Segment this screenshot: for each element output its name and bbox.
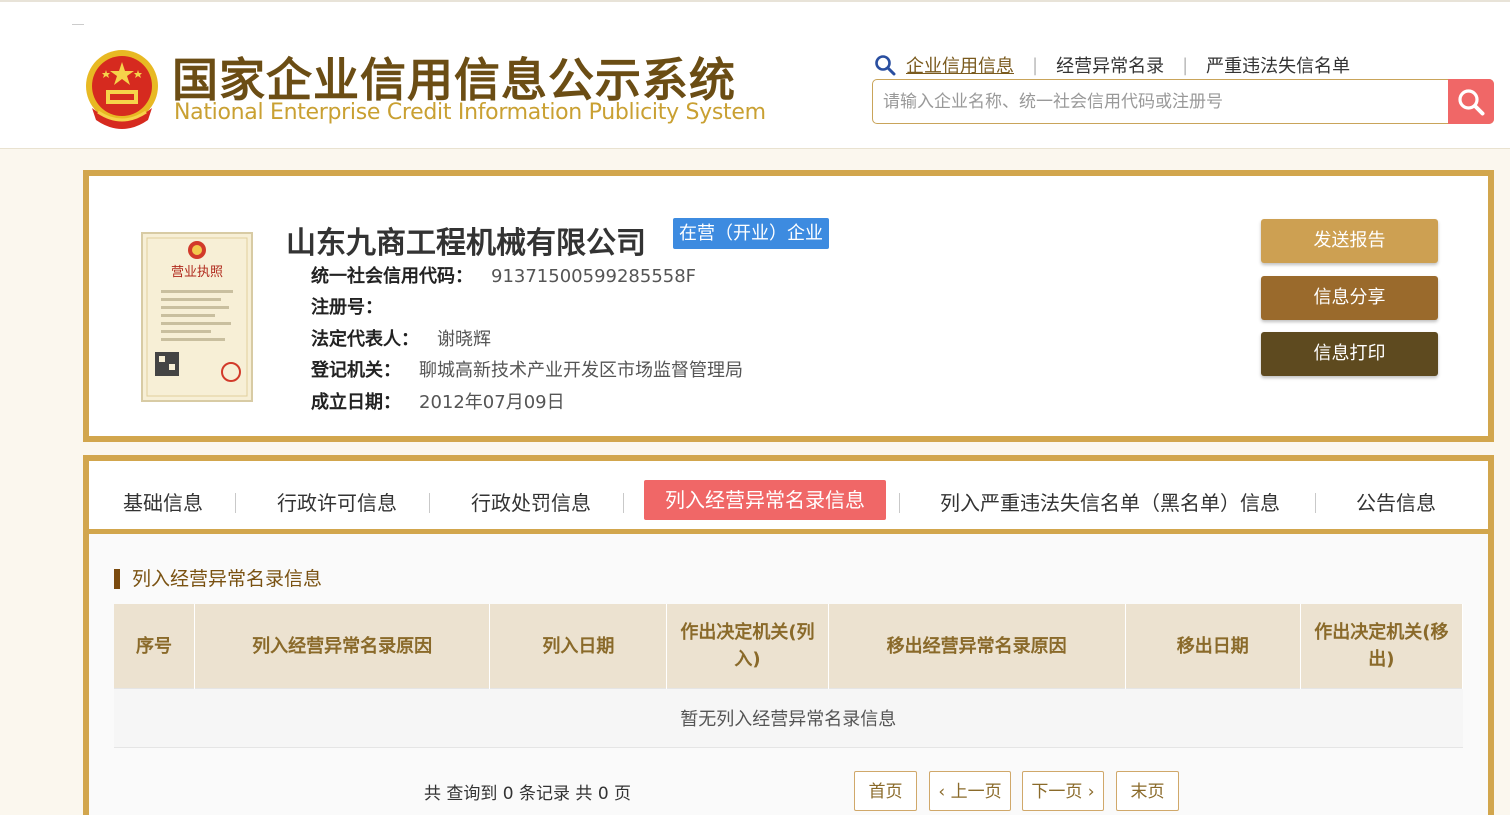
next-page-label: 下一页 bbox=[1031, 782, 1083, 802]
nav-link-abnormal-list[interactable]: 经营异常名录 bbox=[1056, 52, 1164, 78]
info-credit-code: 统一社会信用代码： 91371500599285558F bbox=[311, 262, 696, 288]
info-established-date: 成立日期： 2012年07月09日 bbox=[311, 388, 565, 414]
last-page-button[interactable]: 末页 bbox=[1116, 771, 1179, 811]
share-info-button[interactable]: 信息分享 bbox=[1261, 276, 1438, 320]
nav-separator: | bbox=[1032, 54, 1039, 76]
info-label: 法定代表人： bbox=[311, 329, 419, 350]
header-divider bbox=[72, 24, 84, 25]
empty-message: 暂无列入经营异常名录信息 bbox=[114, 688, 1463, 748]
company-card: 营业执照 山东九商工程机械有限公司 在营（开业）企业 统一社会信用代码： 9137… bbox=[83, 170, 1494, 442]
magnifier-icon bbox=[1458, 88, 1485, 115]
national-emblem-icon bbox=[86, 50, 158, 129]
info-label: 成立日期： bbox=[311, 392, 401, 413]
info-label: 统一社会信用代码： bbox=[311, 266, 473, 287]
tab-separator bbox=[235, 493, 236, 513]
info-registration-authority: 登记机关： 聊城高新技术产业开发区市场监督管理局 bbox=[311, 356, 743, 382]
column-header: 作出决定机关(移出) bbox=[1300, 604, 1464, 689]
tab-abnormal-list[interactable]: 列入经营异常名录信息 bbox=[644, 480, 886, 520]
pager-summary: 共 查询到 0 条记录 共 0 页 bbox=[424, 784, 632, 804]
chevron-right-icon: › bbox=[1082, 782, 1095, 802]
table-header-row: 序号 列入经营异常名录原因 列入日期 作出决定机关(列入) 移出经营异常名录原因… bbox=[114, 604, 1464, 689]
business-license-icon: 营业执照 bbox=[141, 232, 253, 402]
prev-page-button[interactable]: ‹ 上一页 bbox=[929, 771, 1011, 811]
abnormal-list-table: 序号 列入经营异常名录原因 列入日期 作出决定机关(列入) 移出经营异常名录原因… bbox=[114, 604, 1464, 748]
info-value: 聊城高新技术产业开发区市场监督管理局 bbox=[419, 360, 743, 381]
chevron-left-icon: ‹ bbox=[938, 782, 951, 802]
info-value: 谢晓辉 bbox=[437, 329, 491, 350]
next-page-button[interactable]: 下一页 › bbox=[1022, 771, 1104, 811]
license-label: 营业执照 bbox=[171, 265, 223, 280]
site-header: 国家企业信用信息公示系统 National Enterprise Credit … bbox=[0, 0, 1510, 149]
tab-blacklist[interactable]: 列入严重违法失信名单（黑名单）信息 bbox=[940, 483, 1280, 523]
nav-link-blacklist[interactable]: 严重违法失信名单 bbox=[1206, 52, 1350, 78]
column-header: 列入日期 bbox=[489, 604, 668, 689]
tab-separator bbox=[623, 493, 624, 513]
column-header: 移出日期 bbox=[1125, 604, 1301, 689]
table-row: 暂无列入经营异常名录信息 bbox=[114, 688, 1463, 748]
tab-admin-license[interactable]: 行政许可信息 bbox=[277, 483, 397, 523]
column-header: 列入经营异常名录原因 bbox=[194, 604, 491, 689]
column-header: 作出决定机关(列入) bbox=[666, 604, 829, 689]
tab-admin-penalty[interactable]: 行政处罚信息 bbox=[471, 483, 591, 523]
info-label: 注册号： bbox=[311, 297, 383, 318]
detail-panel: 基础信息 行政许可信息 行政处罚信息 列入经营异常名录信息 列入严重违法失信名单… bbox=[83, 455, 1494, 815]
search-box bbox=[872, 79, 1494, 124]
info-legal-rep: 法定代表人： 谢晓辉 bbox=[311, 325, 491, 351]
tab-basic-info[interactable]: 基础信息 bbox=[123, 483, 203, 523]
tab-announcements[interactable]: 公告信息 bbox=[1356, 483, 1436, 523]
tab-separator bbox=[429, 493, 430, 513]
print-info-button[interactable]: 信息打印 bbox=[1261, 332, 1438, 376]
site-title-en: National Enterprise Credit Information P… bbox=[174, 100, 766, 125]
info-label: 登记机关： bbox=[311, 360, 401, 381]
nav-separator: | bbox=[1182, 54, 1189, 76]
top-nav: 企业信用信息 | 经营异常名录 | 严重违法失信名单 bbox=[874, 52, 1350, 78]
tab-bar: 基础信息 行政许可信息 行政处罚信息 列入经营异常名录信息 列入严重违法失信名单… bbox=[89, 461, 1488, 534]
prev-page-label: 上一页 bbox=[950, 782, 1002, 802]
column-header: 序号 bbox=[114, 604, 196, 689]
info-value: 91371500599285558F bbox=[491, 266, 697, 287]
search-button[interactable] bbox=[1448, 79, 1494, 124]
company-name: 山东九商工程机械有限公司 bbox=[286, 226, 646, 261]
nav-link-credit-info[interactable]: 企业信用信息 bbox=[906, 52, 1014, 78]
search-input[interactable] bbox=[881, 86, 1445, 118]
tab-separator bbox=[899, 493, 900, 513]
tab-separator bbox=[1315, 493, 1316, 513]
section-title: 列入经营异常名录信息 bbox=[114, 569, 322, 589]
first-page-button[interactable]: 首页 bbox=[854, 771, 917, 811]
info-value: 2012年07月09日 bbox=[419, 392, 565, 413]
status-badge: 在营（开业）企业 bbox=[673, 218, 829, 249]
info-reg-number: 注册号： bbox=[311, 293, 401, 319]
send-report-button[interactable]: 发送报告 bbox=[1261, 219, 1438, 263]
search-icon bbox=[875, 55, 896, 76]
column-header: 移出经营异常名录原因 bbox=[828, 604, 1126, 689]
